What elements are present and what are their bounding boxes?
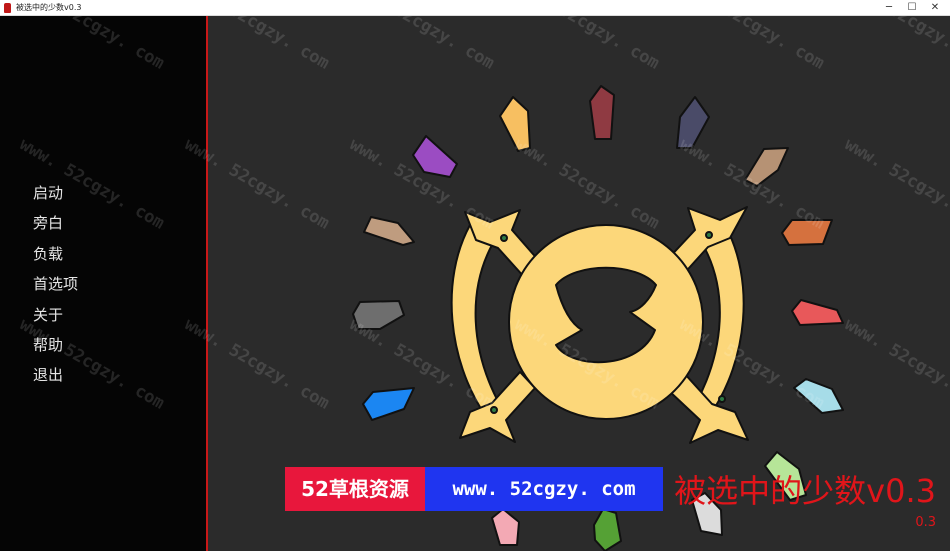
- menu-item-narration[interactable]: 旁白: [33, 213, 78, 243]
- menu-item-quit[interactable]: 退出: [33, 365, 78, 395]
- watermark-banner-site-name: 52草根资源: [285, 467, 425, 511]
- game-main-menu-screen: 启动 旁白 负载 首选项 关于 帮助 退出 www. 52cgzy. com w…: [0, 16, 950, 551]
- gem-navy: [676, 96, 710, 149]
- gem-red: [791, 299, 844, 326]
- close-button[interactable]: ✕: [920, 0, 950, 16]
- gem-beige: [363, 216, 415, 246]
- gem-lightblue: [793, 378, 844, 414]
- menu-item-load[interactable]: 负载: [33, 244, 78, 274]
- emblem-dot: [718, 395, 726, 403]
- gem-purple: [412, 135, 458, 178]
- emblem-dot: [490, 406, 498, 414]
- gem-green: [593, 508, 622, 551]
- gem-tan: [744, 147, 789, 187]
- main-menu-sidebar: 启动 旁白 负载 首选项 关于 帮助 退出: [0, 16, 208, 551]
- main-menu: 启动 旁白 负载 首选项 关于 帮助 退出: [33, 183, 78, 396]
- gem-blue: [362, 387, 415, 421]
- window-title: 被选中的少数v0.3: [16, 3, 82, 12]
- game-version: 0.3: [915, 515, 936, 530]
- emblem-dot: [500, 234, 508, 242]
- window-titlebar[interactable]: 被选中的少数v0.3 ─ ☐ ✕: [0, 0, 950, 16]
- emblem-left-arc: [450, 224, 501, 416]
- menu-item-preferences[interactable]: 首选项: [33, 274, 78, 304]
- app-icon: [4, 3, 11, 13]
- menu-item-start[interactable]: 启动: [33, 183, 78, 213]
- emblem-dot: [705, 231, 713, 239]
- game-title: 被选中的少数v0.3: [674, 472, 936, 510]
- gem-maroon: [589, 85, 615, 140]
- gem-orange: [781, 219, 833, 246]
- gem-yellow: [499, 96, 531, 152]
- watermark-banner-url: www. 52cgzy. com: [425, 467, 663, 511]
- gem-gray: [352, 300, 405, 330]
- menu-item-about[interactable]: 关于: [33, 305, 78, 335]
- menu-item-help[interactable]: 帮助: [33, 335, 78, 365]
- gem-pink: [491, 508, 520, 546]
